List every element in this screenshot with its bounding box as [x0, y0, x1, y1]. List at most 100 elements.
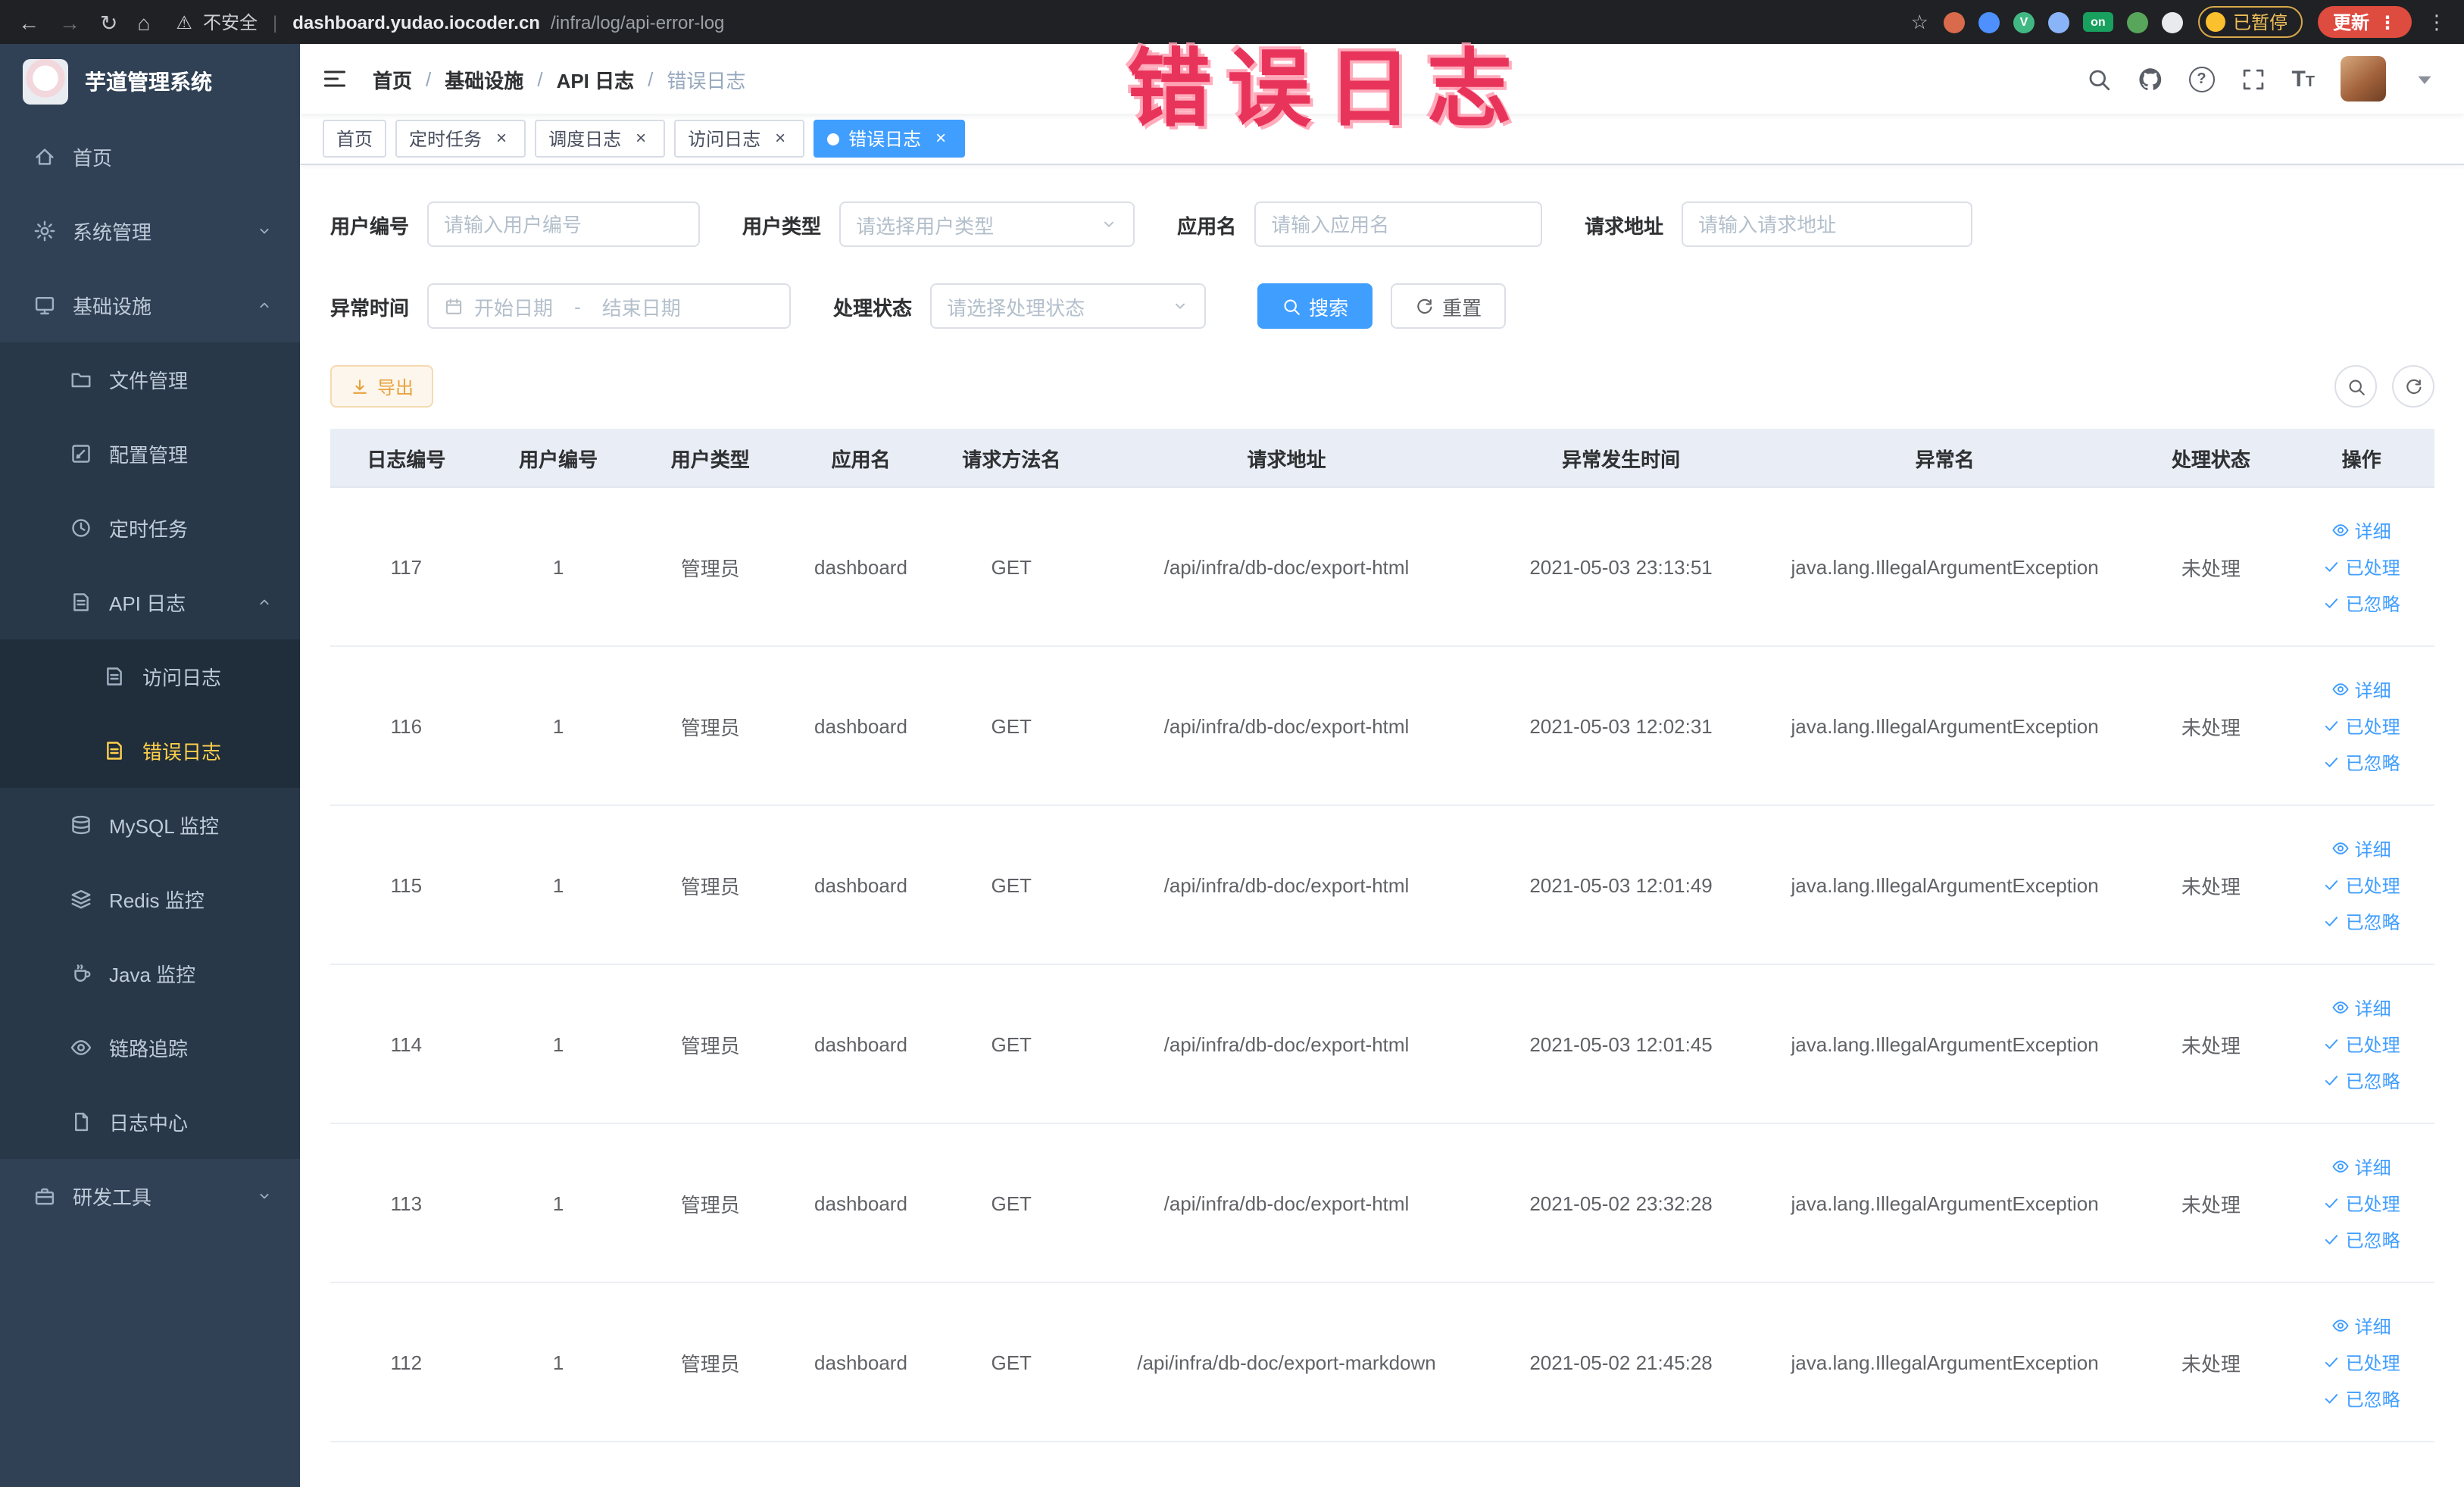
sidebar-item-mysql[interactable]: MySQL 监控 [0, 788, 300, 862]
sidebar-item-log-center[interactable]: 日志中心 [0, 1085, 300, 1159]
browser-menu-icon[interactable]: ⋮ [2427, 10, 2447, 34]
action-processed[interactable]: 已处理 [2323, 1031, 2400, 1057]
toggle-search-button[interactable] [2334, 365, 2377, 408]
action-detail[interactable]: 详细 [2332, 995, 2391, 1020]
tab-访问日志[interactable]: 访问日志 × [674, 120, 805, 158]
help-icon[interactable]: ? [2188, 66, 2215, 92]
sidebar-item-api-log[interactable]: API 日志 [0, 565, 300, 639]
extension-leaf-icon[interactable] [2126, 11, 2148, 33]
extension-grid-icon[interactable] [2047, 11, 2069, 33]
sidebar-item-system[interactable]: 系统管理 [0, 194, 300, 268]
sidebar-item-java[interactable]: Java 监控 [0, 936, 300, 1011]
github-icon[interactable] [2137, 66, 2163, 92]
cell-status: 未处理 [2133, 487, 2289, 647]
reload-button[interactable]: ↻ [100, 11, 117, 33]
update-button[interactable]: 更新 ⋮ [2317, 6, 2412, 38]
check-icon [2323, 1035, 2341, 1053]
sidebar-item-trace[interactable]: 链路追踪 [0, 1011, 300, 1085]
sidebar-item-job[interactable]: 定时任务 [0, 491, 300, 565]
action-processed[interactable]: 已处理 [2323, 713, 2400, 739]
action-processed[interactable]: 已处理 [2323, 554, 2400, 579]
sidebar-item-infra[interactable]: 基础设施 [0, 268, 300, 342]
search-button[interactable]: 搜索 [1257, 283, 1373, 329]
cell-exception: java.lang.IllegalArgumentException [1756, 1123, 2134, 1283]
app-name-input[interactable] [1254, 201, 1543, 247]
sidebar-item-access-log[interactable]: 访问日志 [0, 639, 300, 714]
main-area: 首页 / 基础设施 / API 日志 / 错误日志 ? TT 首页 定时任务 × 调度日志 × 访问日… [300, 44, 2464, 1487]
table-row: 117 1 管理员 dashboard GET/api/infra/db-doc/exp… [330, 487, 2434, 647]
breadcrumb-separator: / [426, 67, 432, 90]
breadcrumb-item[interactable]: 首页 [373, 64, 412, 93]
extension-puzzle-icon[interactable] [1943, 11, 1965, 33]
close-tab-icon[interactable]: × [770, 127, 791, 149]
sidebar: 芋道管理系统 首页 系统管理 基础设施 文件管理 配置管理 定时任务 API 日志 访问日志错… [0, 44, 300, 1487]
breadcrumb-item[interactable]: API 日志 [557, 64, 635, 93]
column-header: 请求地址 [1087, 429, 1486, 488]
sidebar-item-redis[interactable]: Redis 监控 [0, 862, 300, 936]
fullscreen-icon[interactable] [2240, 66, 2266, 92]
tab-调度日志[interactable]: 调度日志 × [535, 120, 666, 158]
tab-错误日志[interactable]: 错误日志 × [814, 120, 966, 158]
action-processed[interactable]: 已处理 [2323, 1190, 2400, 1216]
extension-on-badge-icon[interactable]: on [2082, 12, 2113, 32]
refresh-table-button[interactable] [2392, 365, 2434, 408]
user-id-label: 用户编号 [330, 214, 410, 237]
tab-定时任务[interactable]: 定时任务 × [395, 120, 526, 158]
export-button[interactable]: 导出 [330, 365, 434, 408]
cell-exception: java.lang.IllegalArgumentException [1756, 646, 2134, 806]
reset-button[interactable]: 重置 [1391, 283, 1507, 329]
chevron-down-icon [256, 223, 273, 239]
font-size-icon[interactable]: TT [2291, 67, 2315, 90]
action-detail[interactable]: 详细 [2332, 1313, 2391, 1339]
paused-label: 已暂停 [2232, 12, 2288, 33]
breadcrumb-separator: / [648, 67, 654, 90]
forward-button[interactable]: → [59, 11, 80, 33]
action-ignored[interactable]: 已忽略 [2323, 1385, 2400, 1411]
bookmark-star-icon[interactable]: ☆ [1911, 10, 1928, 34]
sidebar-item-config[interactable]: 配置管理 [0, 417, 300, 491]
caret-down-icon[interactable] [2412, 66, 2437, 92]
cell-app_name: dashboard [786, 964, 935, 1124]
action-ignored[interactable]: 已忽略 [2323, 1226, 2400, 1252]
close-tab-icon[interactable]: × [491, 127, 512, 149]
extension-paw-icon[interactable] [2161, 11, 2183, 33]
sidebar-item-error-log[interactable]: 错误日志 [0, 714, 300, 788]
user-avatar[interactable] [2341, 56, 2386, 102]
browser-home-button[interactable]: ⌂ [137, 11, 150, 33]
close-tab-icon[interactable]: × [630, 127, 651, 149]
search-icon[interactable] [2085, 66, 2111, 92]
hamburger-icon[interactable] [321, 65, 348, 92]
paused-badge[interactable]: 已暂停 [2197, 6, 2303, 38]
action-ignored[interactable]: 已忽略 [2323, 590, 2400, 616]
extension-drop-icon[interactable] [1978, 11, 2000, 33]
chevron-down-icon [1171, 297, 1189, 315]
action-detail[interactable]: 详细 [2332, 836, 2391, 861]
action-processed[interactable]: 已处理 [2323, 1349, 2400, 1375]
action-processed[interactable]: 已处理 [2323, 872, 2400, 898]
extension-vue-icon[interactable]: V [2013, 11, 2035, 33]
tab-首页[interactable]: 首页 [323, 120, 387, 158]
action-detail[interactable]: 详细 [2332, 676, 2391, 702]
action-detail[interactable]: 详细 [2332, 1154, 2391, 1179]
sidebar-item-dev-tools[interactable]: 研发工具 [0, 1159, 300, 1233]
cell-actions: 详细 已处理 已忽略 [2288, 1282, 2434, 1442]
process-status-label: 处理状态 [833, 296, 913, 319]
action-ignored[interactable]: 已忽略 [2323, 1067, 2400, 1093]
address-bar[interactable]: ⚠ 不安全 | dashboard.yudao.iocoder.cn/infra… [176, 9, 1891, 35]
cell-user_id: 1 [482, 646, 635, 806]
sidebar-item-file[interactable]: 文件管理 [0, 342, 300, 417]
exception-time-range[interactable]: 开始日期 - 结束日期 [427, 283, 792, 329]
user-type-select[interactable]: 请选择用户类型 [839, 201, 1135, 247]
user-id-input[interactable] [427, 201, 701, 247]
request-url-input[interactable] [1682, 201, 1973, 247]
close-tab-icon[interactable]: × [930, 127, 951, 149]
action-ignored[interactable]: 已忽略 [2323, 749, 2400, 775]
breadcrumb-item[interactable]: 基础设施 [445, 64, 523, 93]
action-ignored[interactable]: 已忽略 [2323, 908, 2400, 934]
back-button[interactable]: ← [18, 11, 39, 33]
action-detail[interactable]: 详细 [2332, 517, 2391, 543]
process-status-select[interactable]: 请选择处理状态 [930, 283, 1207, 329]
app-logo[interactable]: 芋道管理系统 [0, 44, 300, 120]
eye-icon [2332, 998, 2350, 1017]
sidebar-item-home[interactable]: 首页 [0, 120, 300, 194]
